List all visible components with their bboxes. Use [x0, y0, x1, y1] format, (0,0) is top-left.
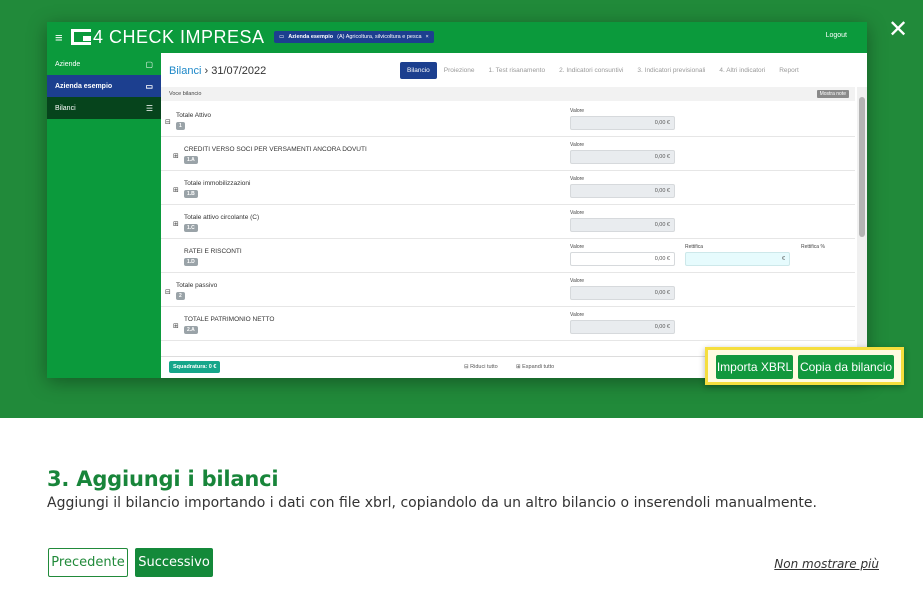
collapse-icon[interactable]: ⊟: [165, 288, 171, 296]
balance-row: ⊞ CREDITI VERSO SOCI PER VERSAMENTI ANCO…: [161, 137, 855, 171]
scrollbar[interactable]: [857, 87, 867, 377]
value-label: Valore: [570, 312, 585, 318]
value-field: 0,00 €: [570, 320, 675, 334]
pill-close-icon[interactable]: ×: [426, 34, 429, 40]
column-header-label: Voce bilancio: [169, 91, 202, 97]
row-code-badge: 1.B: [184, 190, 198, 198]
value-input[interactable]: 0,00 €: [570, 252, 675, 266]
scrollbar-thumb[interactable]: [859, 97, 865, 237]
tab-indicatori-consuntivi[interactable]: 2. Indicatori consuntivi: [552, 62, 630, 79]
value-field: 0,00 €: [570, 184, 675, 198]
value-field: 0,00 €: [570, 286, 675, 300]
main-content: Bilanci › 31/07/2022 Bilancio Proiezione…: [161, 53, 867, 378]
value-field: 0,00 €: [570, 150, 675, 164]
company-sector: (A) Agricoltura, silvicoltura e pesca: [337, 34, 422, 40]
row-label: RATEI E RISCONTI: [184, 248, 242, 255]
balance-row: RATEI E RISCONTI 1.D Valore 0,00 € Retti…: [161, 239, 855, 273]
tour-illustration-area: ✕ ≡ 4 CHECK IMPRESA ▭ Azienda esempio (A…: [0, 0, 923, 418]
row-code-badge: 1.C: [184, 224, 198, 232]
dont-show-again-link[interactable]: Non mostrare più: [774, 557, 879, 571]
step-description: Aggiungi il bilancio importando i dati c…: [47, 495, 817, 511]
logo-mark-icon: [71, 29, 91, 45]
sidebar: Aziende ▢ Azienda esempio ▭ Bilanci ☰: [47, 53, 161, 378]
value-label: Valore: [570, 278, 585, 284]
app-topbar: ≡ 4 CHECK IMPRESA ▭ Azienda esempio (A) …: [47, 22, 867, 53]
value-field: 0,00 €: [570, 218, 675, 232]
chevron-right-icon: ›: [204, 65, 209, 77]
company-name: Azienda esempio: [288, 34, 334, 40]
expand-icon[interactable]: ⊞: [173, 152, 179, 160]
logo-text: 4 CHECK IMPRESA: [93, 26, 265, 47]
tab-report[interactable]: Report: [772, 62, 806, 79]
row-code-badge: 1.D: [184, 258, 198, 266]
value-label: Valore: [570, 210, 585, 216]
row-label: Totale Attivo: [176, 112, 212, 119]
tab-proiezione[interactable]: Proiezione: [437, 62, 482, 79]
expand-icon[interactable]: ⊞: [173, 322, 179, 330]
sidebar-item-bilanci[interactable]: Bilanci ☰: [47, 97, 161, 119]
value-label: Valore: [570, 108, 585, 114]
tab-bilancio[interactable]: Bilancio: [400, 62, 437, 79]
list-icon: ☰: [145, 103, 153, 113]
column-header: Voce bilancio Mostra note: [161, 87, 855, 101]
value-label: Valore: [570, 176, 585, 182]
expand-icon[interactable]: ⊞: [173, 186, 179, 194]
value-label: Valore: [570, 244, 585, 250]
row-code-badge: 1: [176, 122, 185, 130]
breadcrumb-section[interactable]: Bilanci: [169, 65, 201, 77]
balance-row: ⊟ Totale Attivo 1 Valore 0,00 €: [161, 103, 855, 137]
tab-test-risanamento[interactable]: 1. Test risanamento: [481, 62, 552, 79]
rettifica-input[interactable]: €: [685, 252, 790, 266]
balance-row: ⊞ Totale immobilizzazioni 1.B Valore 0,0…: [161, 171, 855, 205]
collapse-icon[interactable]: ⊟: [165, 118, 171, 126]
briefcase-icon: ▢: [145, 59, 153, 69]
row-code-badge: 2.A: [184, 326, 198, 334]
collapse-all-button[interactable]: ⊟ Riduci tutto: [464, 364, 498, 370]
step-title: 3. Aggiungi i bilanci: [47, 467, 279, 491]
balance-row: ⊟ Totale passivo 2 Valore 0,00 €: [161, 273, 855, 307]
previous-button[interactable]: Precedente: [48, 548, 128, 577]
row-label: Totale passivo: [176, 282, 218, 289]
breadcrumb-date: 31/07/2022: [211, 65, 267, 77]
expand-icon[interactable]: ⊞: [173, 220, 179, 228]
tab-bar: Bilancio Proiezione 1. Test risanamento …: [400, 62, 806, 79]
balance-row: ⊞ TOTALE PATRIMONIO NETTO 2.A Valore 0,0…: [161, 307, 855, 341]
copy-from-balance-button[interactable]: Copia da bilancio: [798, 355, 894, 379]
logout-link[interactable]: Logout: [826, 32, 847, 39]
highlight-callout: Importa XBRL Copia da bilancio: [705, 347, 904, 385]
row-code-badge: 1.A: [184, 156, 198, 164]
row-label: CREDITI VERSO SOCI PER VERSAMENTI ANCORA…: [184, 146, 367, 153]
next-button[interactable]: Successivo: [135, 548, 213, 577]
value-field: 0,00 €: [570, 116, 675, 130]
rettifica-percent-label: Rettifica %: [801, 244, 825, 250]
sidebar-item-label: Bilanci: [55, 104, 76, 112]
row-label: Totale attivo circolante (C): [184, 214, 260, 221]
folder-icon: ▭: [279, 34, 285, 40]
show-notes-button[interactable]: Mostra note: [816, 90, 849, 98]
sidebar-item-label: Aziende: [55, 60, 81, 68]
import-xbrl-button[interactable]: Importa XBRL: [716, 355, 793, 379]
row-label: Totale immobilizzazioni: [184, 180, 251, 187]
app-screenshot: ≡ 4 CHECK IMPRESA ▭ Azienda esempio (A) …: [47, 22, 867, 378]
sidebar-item-aziende[interactable]: Aziende ▢: [47, 53, 161, 75]
folder-icon: ▭: [145, 81, 153, 91]
tab-indicatori-previsionali[interactable]: 3. Indicatori previsionali: [630, 62, 712, 79]
breadcrumb: Bilanci › 31/07/2022: [169, 65, 266, 77]
sidebar-item-label: Azienda esempio: [55, 82, 113, 90]
squadratura-badge: Squadratura: 0 €: [169, 361, 221, 373]
tab-altri-indicatori[interactable]: 4. Altri indicatori: [712, 62, 772, 79]
company-pill[interactable]: ▭ Azienda esempio (A) Agricoltura, silvi…: [274, 31, 434, 43]
row-label: TOTALE PATRIMONIO NETTO: [184, 316, 275, 323]
app-logo: 4 CHECK IMPRESA: [71, 27, 265, 47]
menu-icon[interactable]: ≡: [55, 30, 63, 45]
rettifica-label: Rettifica: [685, 244, 704, 250]
close-icon[interactable]: ✕: [887, 17, 909, 41]
row-code-badge: 2: [176, 292, 185, 300]
balance-row: ⊞ Totale attivo circolante (C) 1.C Valor…: [161, 205, 855, 239]
expand-all-button[interactable]: ⊞ Espandi tutto: [516, 364, 554, 370]
value-label: Valore: [570, 142, 585, 148]
sidebar-item-azienda-esempio[interactable]: Azienda esempio ▭: [47, 75, 161, 97]
